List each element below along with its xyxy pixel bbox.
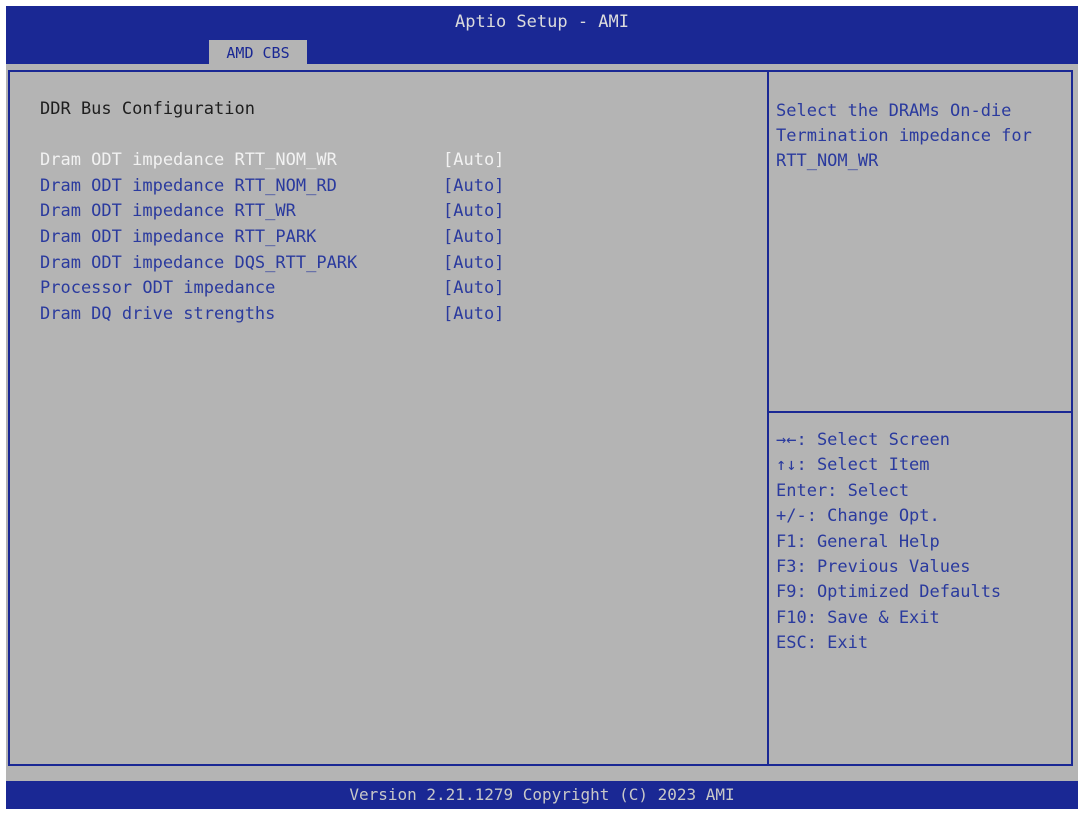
main-frame: DDR Bus Configuration Dram ODT impedance… bbox=[8, 70, 1073, 766]
key-previous-values: F3: Previous Values bbox=[776, 556, 971, 577]
app-title: Aptio Setup - AMI bbox=[455, 12, 629, 32]
key-enter: Enter: Select bbox=[776, 480, 910, 501]
footer-bar: Version 2.21.1279 Copyright (C) 2023 AMI bbox=[6, 781, 1078, 809]
setting-row-rtt-wr[interactable]: Dram ODT impedance RTT_WR [Auto] bbox=[40, 201, 740, 227]
setting-value[interactable]: [Auto] bbox=[443, 201, 504, 221]
setting-value[interactable]: [Auto] bbox=[443, 304, 504, 324]
key-esc-exit: ESC: Exit bbox=[776, 633, 869, 654]
setting-value[interactable]: [Auto] bbox=[443, 278, 504, 298]
setting-value[interactable]: [Auto] bbox=[443, 253, 504, 273]
setting-label: Dram ODT impedance RTT_WR bbox=[40, 201, 296, 222]
help-divider bbox=[769, 411, 1071, 413]
header-bar: Aptio Setup - AMI AMD CBS bbox=[6, 6, 1078, 64]
setting-value[interactable]: [Auto] bbox=[443, 176, 504, 196]
key-select-item: ↑↓: Select Item bbox=[776, 455, 930, 476]
setting-label: Dram ODT impedance RTT_NOM_RD bbox=[40, 175, 337, 196]
setting-row-rtt-nom-wr[interactable]: Dram ODT impedance RTT_NOM_WR [Auto] bbox=[40, 150, 740, 176]
setting-row-processor-odt[interactable]: Processor ODT impedance [Auto] bbox=[40, 278, 740, 304]
setting-label: Dram ODT impedance RTT_NOM_WR bbox=[40, 150, 337, 170]
setting-label: Processor ODT impedance bbox=[40, 278, 276, 299]
key-general-help: F1: General Help bbox=[776, 531, 940, 552]
key-legend: →←: Select Screen ↑↓: Select Item Enter:… bbox=[776, 430, 1001, 659]
setting-row-dqs-rtt-park[interactable]: Dram ODT impedance DQS_RTT_PARK [Auto] bbox=[40, 253, 740, 279]
key-save-exit: F10: Save & Exit bbox=[776, 607, 940, 628]
setting-label: Dram ODT impedance DQS_RTT_PARK bbox=[40, 252, 358, 273]
vertical-divider bbox=[767, 72, 769, 764]
key-change-opt: +/-: Change Opt. bbox=[776, 506, 940, 527]
settings-list: Dram ODT impedance RTT_NOM_WR [Auto] Dra… bbox=[40, 150, 740, 330]
key-optimized-defaults: F9: Optimized Defaults bbox=[776, 582, 1002, 603]
setting-label: Dram ODT impedance RTT_PARK bbox=[40, 227, 317, 248]
setting-row-dq-drive-strengths[interactable]: Dram DQ drive strengths [Auto] bbox=[40, 304, 740, 330]
section-title: DDR Bus Configuration bbox=[40, 99, 255, 119]
setting-value[interactable]: [Auto] bbox=[443, 150, 504, 170]
key-select-screen: →←: Select Screen bbox=[776, 430, 950, 450]
bios-setup-screen: Aptio Setup - AMI AMD CBS DDR Bus Config… bbox=[6, 6, 1078, 809]
setting-label: Dram DQ drive strengths bbox=[40, 304, 276, 325]
tab-amd-cbs[interactable]: AMD CBS bbox=[209, 40, 307, 64]
setting-value[interactable]: [Auto] bbox=[443, 227, 504, 247]
setting-row-rtt-nom-rd[interactable]: Dram ODT impedance RTT_NOM_RD [Auto] bbox=[40, 176, 740, 202]
version-text: Version 2.21.1279 Copyright (C) 2023 AMI bbox=[349, 785, 735, 804]
help-text: Select the DRAMs On-die Termination impe… bbox=[776, 101, 1032, 171]
setting-row-rtt-park[interactable]: Dram ODT impedance RTT_PARK [Auto] bbox=[40, 227, 740, 253]
